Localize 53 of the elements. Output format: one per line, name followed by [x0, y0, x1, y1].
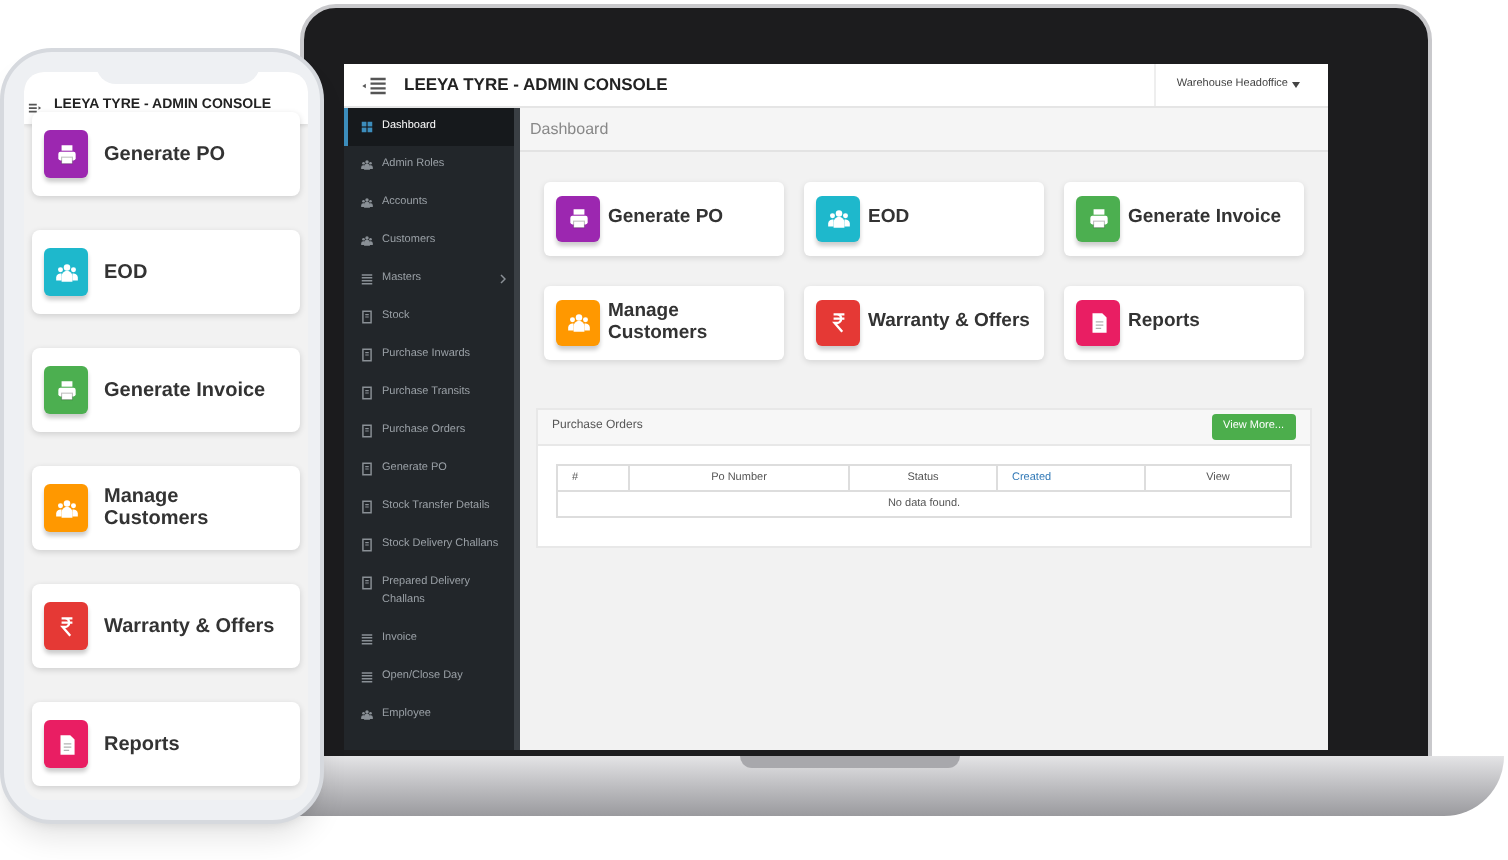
grid-icon: [360, 120, 374, 134]
dashboard-tile[interactable]: Reports: [1064, 286, 1304, 360]
tile-label: EOD: [104, 261, 148, 283]
document-icon: [360, 500, 374, 514]
dashboard-tile[interactable]: Reports: [32, 702, 300, 786]
tile-label: Generate PO: [104, 143, 226, 165]
dashboard-tile[interactable]: Generate Invoice: [32, 348, 300, 432]
dashboard-tile[interactable]: Warranty & Offers: [32, 584, 300, 668]
tile-label: Generate PO: [608, 208, 724, 230]
menu-icon[interactable]: [360, 75, 388, 95]
dashboard-tile[interactable]: EOD: [804, 182, 1044, 256]
group-icon: [360, 708, 374, 722]
list-icon: [360, 272, 374, 286]
group-icon: [565, 310, 591, 336]
group-icon: [53, 495, 79, 521]
printer-icon: [53, 377, 79, 403]
document-icon: [360, 310, 374, 324]
caret-icon: [1292, 82, 1300, 88]
printer-icon: [53, 141, 79, 167]
group-icon: [53, 259, 79, 285]
dashboard-tile[interactable]: Generate PO: [32, 112, 300, 196]
dashboard-tile[interactable]: Generate PO: [544, 182, 784, 256]
group-icon: [360, 196, 374, 210]
printer-icon: [1085, 206, 1111, 232]
document-icon: [360, 348, 374, 362]
list-icon: [360, 670, 374, 684]
dashboard-tile[interactable]: Warranty & Offers: [804, 286, 1044, 360]
tile-label: EOD: [868, 208, 910, 230]
group-icon: [360, 234, 374, 248]
tile-label: Manage Customers: [608, 302, 710, 344]
group-icon: [360, 158, 374, 172]
printer-icon: [565, 206, 591, 232]
menu-icon[interactable]: [28, 102, 42, 114]
app-title: LEEYA TYRE - ADMIN CONSOLE: [404, 72, 668, 98]
tile-label: Reports: [104, 733, 180, 755]
dashboard-tile[interactable]: EOD: [32, 230, 300, 314]
document-icon: [360, 462, 374, 476]
dashboard-tile[interactable]: Generate Invoice: [1064, 182, 1304, 256]
group-icon: [825, 206, 851, 232]
document-icon: [360, 386, 374, 400]
tile-label: Reports: [1128, 312, 1200, 334]
breadcrumb: Dashboard: [530, 117, 609, 141]
list-icon: [360, 632, 374, 646]
tile-label: Warranty & Offers: [104, 615, 275, 637]
tile-label: Generate Invoice: [1128, 208, 1282, 230]
tile-label: Warranty & Offers: [868, 312, 1030, 334]
dashboard-tile[interactable]: Manage Customers: [32, 466, 300, 550]
tile-label: Manage Customers: [104, 486, 211, 530]
document-icon: [360, 538, 374, 552]
document-icon: [360, 424, 374, 438]
dashboard-tile[interactable]: Manage Customers: [544, 286, 784, 360]
tile-label: Generate Invoice: [104, 379, 266, 401]
document-icon: [360, 576, 374, 590]
